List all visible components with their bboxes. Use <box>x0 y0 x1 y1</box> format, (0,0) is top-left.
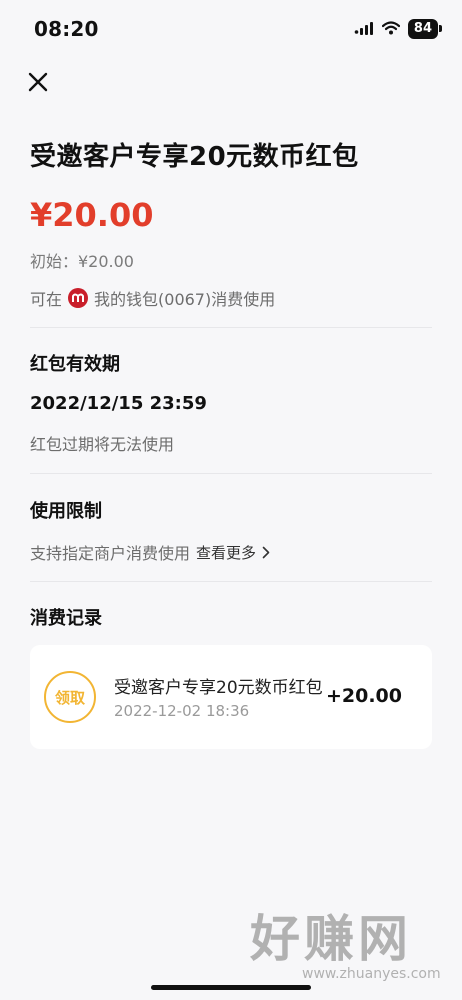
see-more-label: 查看更多 <box>196 543 257 562</box>
record-title: 受邀客户专享20元数币红包 <box>114 678 323 698</box>
record-amount: +20.00 <box>325 685 402 707</box>
watermark-logo-text: 好赚网 <box>250 910 412 968</box>
record-time: 2022-12-02 18:36 <box>114 702 250 720</box>
restriction-text: 支持指定商户消费使用 <box>30 544 191 563</box>
usable-prefix: 可在 <box>30 290 63 309</box>
validity-title: 红包有效期 <box>30 354 120 375</box>
validity-note: 红包过期将无法使用 <box>30 435 175 454</box>
divider <box>30 473 432 474</box>
home-indicator[interactable] <box>151 985 311 990</box>
page-title: 受邀客户专享20元数币红包 <box>30 142 359 172</box>
balance-amount: ¥20.00 <box>30 196 154 234</box>
status-bar: 08:20 84 <box>0 0 462 58</box>
divider <box>30 581 432 582</box>
records-title: 消费记录 <box>30 608 102 629</box>
claim-badge: 领取 <box>44 671 96 723</box>
battery-indicator: 84 <box>407 19 443 39</box>
wifi-icon <box>381 20 401 39</box>
chevron-right-icon <box>262 546 270 558</box>
signal-icon <box>354 20 374 39</box>
initial-amount: 初始：¥20.00 <box>30 252 134 271</box>
usable-wallet-info: 可在 我的钱包(0067)消费使用 <box>30 286 275 310</box>
see-more-link[interactable]: 查看更多 <box>196 542 270 563</box>
validity-date: 2022/12/15 23:59 <box>30 393 207 414</box>
record-card[interactable]: 领取 受邀客户专享20元数币红包 2022-12-02 18:36 +20.00 <box>30 645 432 749</box>
divider <box>30 327 432 328</box>
watermark-url: www.zhuanyes.com <box>302 966 441 982</box>
close-button[interactable] <box>26 70 50 94</box>
restriction-line: 支持指定商户消费使用 查看更多 <box>30 540 270 564</box>
status-icons: 84 <box>354 18 443 40</box>
close-icon <box>28 72 48 92</box>
restriction-title: 使用限制 <box>30 501 102 522</box>
status-time: 08:20 <box>34 17 99 41</box>
bank-logo-icon <box>68 288 89 308</box>
usable-suffix: 我的钱包(0067)消费使用 <box>94 290 276 309</box>
watermark: 好赚网 www.zhuanyes.com <box>250 914 450 982</box>
